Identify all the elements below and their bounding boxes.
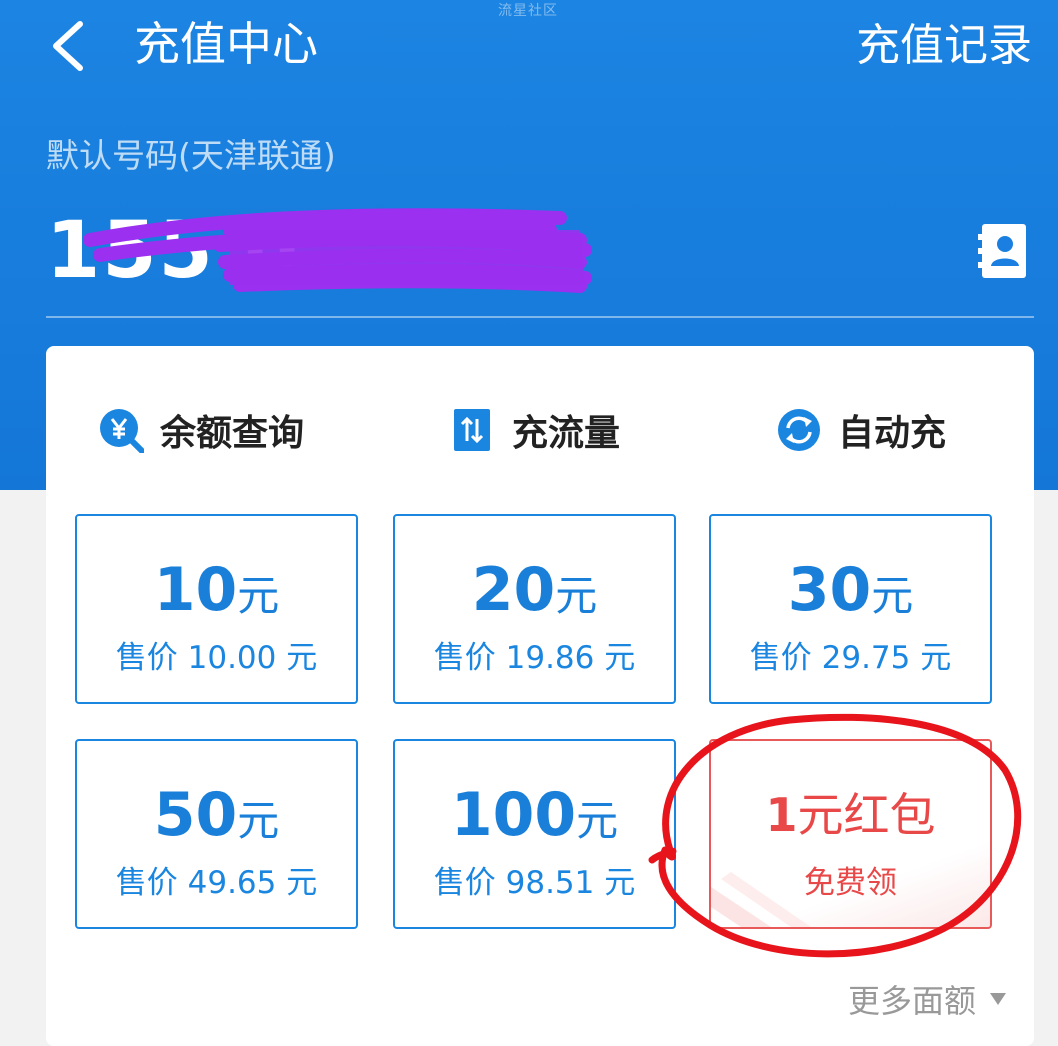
amount-tile-50[interactable]: 50元 售价 49.65 元 xyxy=(75,739,358,929)
contacts-button[interactable] xyxy=(978,222,1028,280)
amount-tile-100[interactable]: 100元 售价 98.51 元 xyxy=(393,739,676,929)
tile-price: 售价 19.86 元 xyxy=(433,640,636,676)
data-recharge-label: 充流量 xyxy=(512,413,621,454)
recharge-history-link[interactable]: 充值记录 xyxy=(856,16,1032,76)
data-recharge-button[interactable]: 充流量 xyxy=(450,392,620,468)
refresh-cycle-icon xyxy=(778,409,820,451)
red-packet-tile[interactable]: 1元红包 免费领 xyxy=(709,739,992,929)
chevron-left-icon xyxy=(53,21,83,71)
red-packet-claim-label: 免费领 xyxy=(804,865,897,901)
tile-amount: 30元 xyxy=(787,555,914,625)
default-number-label: 默认号码(天津联通) xyxy=(46,136,336,175)
amount-tile-30[interactable]: 30元 售价 29.75 元 xyxy=(709,514,992,704)
phone-number[interactable]: 155 0 xyxy=(46,206,300,296)
more-amounts-label: 更多面额 xyxy=(847,982,976,1020)
tile-price: 售价 10.00 元 xyxy=(115,640,318,676)
amount-tile-10[interactable]: 10元 售价 10.00 元 xyxy=(75,514,358,704)
contact-book-icon xyxy=(978,224,1026,278)
yuan-search-icon xyxy=(100,409,144,453)
red-packet-amount: 1元红包 xyxy=(765,788,936,842)
quick-actions: 余额查询 充流量 自动充 xyxy=(46,392,1034,468)
tile-amount: 50元 xyxy=(153,780,280,850)
data-transfer-icon xyxy=(454,409,490,451)
auto-recharge-button[interactable]: 自动充 xyxy=(776,392,946,468)
more-amounts-toggle[interactable]: 更多面额 xyxy=(848,976,1006,1022)
balance-query-label: 余额查询 xyxy=(160,413,305,454)
watermark: 流星社区 xyxy=(498,3,558,19)
tile-price: 售价 29.75 元 xyxy=(749,640,952,676)
tile-amount: 10元 xyxy=(153,555,280,625)
tile-price: 售价 49.65 元 xyxy=(115,865,318,901)
back-button[interactable] xyxy=(44,18,104,74)
tile-amount: 20元 xyxy=(471,555,598,625)
caret-down-icon xyxy=(990,993,1006,1005)
tile-amount: 100元 xyxy=(450,780,619,850)
amount-tile-20[interactable]: 20元 售价 19.86 元 xyxy=(393,514,676,704)
auto-recharge-label: 自动充 xyxy=(838,413,947,454)
divider xyxy=(46,316,1034,318)
page-title: 充值中心 xyxy=(134,17,318,71)
balance-query-button[interactable]: 余额查询 xyxy=(98,392,304,468)
recharge-card: 余额查询 充流量 自动充 10元 售价 10.00 元 20元 售价 19.86 xyxy=(46,346,1034,1046)
tile-price: 售价 98.51 元 xyxy=(433,865,636,901)
